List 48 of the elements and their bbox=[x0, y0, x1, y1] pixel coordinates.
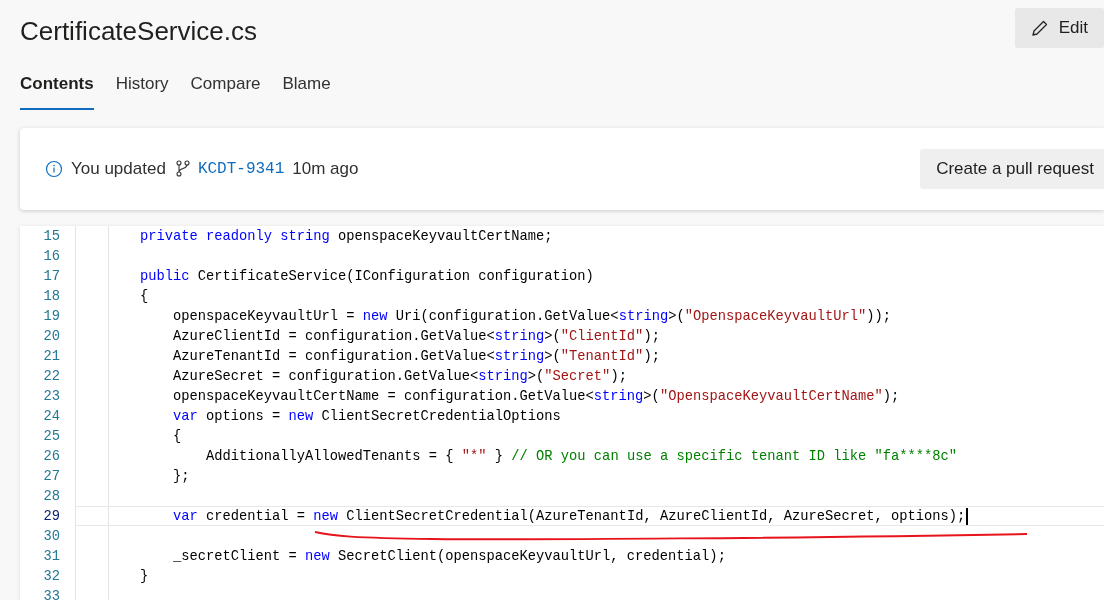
line-number: 22 bbox=[42, 368, 60, 384]
line-number: 24 bbox=[42, 408, 60, 424]
branch-link[interactable]: KCDT-9341 bbox=[197, 160, 285, 178]
line-number: 20 bbox=[42, 328, 60, 344]
code-line: openspaceKeyvaultCertName = configuration.GetValue<string>("OpenspaceKeyvaultCertName"); bbox=[172, 388, 900, 404]
line-number: 25 bbox=[42, 428, 60, 444]
line-number: 23 bbox=[42, 388, 60, 404]
line-number: 31 bbox=[42, 548, 60, 564]
code-line: _secretClient = new SecretClient(openspaceKeyvaultUrl, credential); bbox=[172, 548, 726, 564]
create-pull-request-button[interactable]: Create a pull request bbox=[920, 149, 1104, 189]
line-number: 28 bbox=[42, 488, 60, 504]
line-number: 18 bbox=[42, 288, 60, 304]
line-number: 16 bbox=[42, 248, 60, 264]
code-line: var options = new ClientSecretCredentialOptions bbox=[172, 408, 561, 424]
code-line: public CertificateService(IConfiguration configuration) bbox=[139, 268, 594, 284]
pencil-icon bbox=[1030, 19, 1049, 37]
line-number: 27 bbox=[42, 468, 60, 484]
banner-text: You updated bbox=[71, 159, 166, 179]
tab[interactable]: Contents bbox=[20, 68, 94, 110]
tab[interactable]: Compare bbox=[190, 68, 261, 110]
code-line: } bbox=[139, 568, 149, 584]
banner-time: 10m ago bbox=[292, 159, 359, 179]
info-icon bbox=[45, 160, 63, 178]
code-line: }; bbox=[172, 468, 190, 484]
line-number: 21 bbox=[42, 348, 60, 364]
line-number: 19 bbox=[42, 308, 60, 324]
code-line: openspaceKeyvaultUrl = new Uri(configuration.GetValue<string>("OpenspaceKeyvaultUrl")); bbox=[172, 308, 891, 324]
line-number: 17 bbox=[42, 268, 60, 284]
code-line: { bbox=[172, 428, 182, 444]
line-number: 32 bbox=[42, 568, 60, 584]
tab[interactable]: History bbox=[115, 68, 169, 110]
edit-button[interactable]: Edit bbox=[1014, 8, 1104, 48]
line-number: 26 bbox=[42, 448, 60, 464]
line-number: 15 bbox=[42, 228, 60, 244]
line-number: 29 bbox=[42, 508, 60, 524]
text-cursor bbox=[966, 507, 969, 525]
code-line: { bbox=[139, 288, 149, 304]
code-line: private readonly string openspaceKeyvaultCertName; bbox=[139, 228, 553, 244]
code-line: AdditionallyAllowedTenants = { "*" } // OR you can use a specific tenant ID like "fa****8c" bbox=[205, 448, 957, 464]
tab[interactable]: Blame bbox=[282, 68, 331, 110]
code-line: var credential = new ClientSecretCredential(AzureTenantId, AzureClientId, AzureSecret, options); bbox=[172, 508, 966, 524]
branch-icon bbox=[175, 160, 190, 178]
code-line: AzureClientId = configuration.GetValue<string>("ClientId"); bbox=[172, 328, 660, 344]
code-line: AzureSecret = configuration.GetValue<string>("Secret"); bbox=[172, 368, 627, 384]
file-title: CertificateService.cs bbox=[20, 16, 257, 47]
line-number: 33 bbox=[42, 588, 60, 600]
line-number: 30 bbox=[42, 528, 60, 544]
code-line: AzureTenantId = configuration.GetValue<string>("TenantId"); bbox=[172, 348, 660, 364]
